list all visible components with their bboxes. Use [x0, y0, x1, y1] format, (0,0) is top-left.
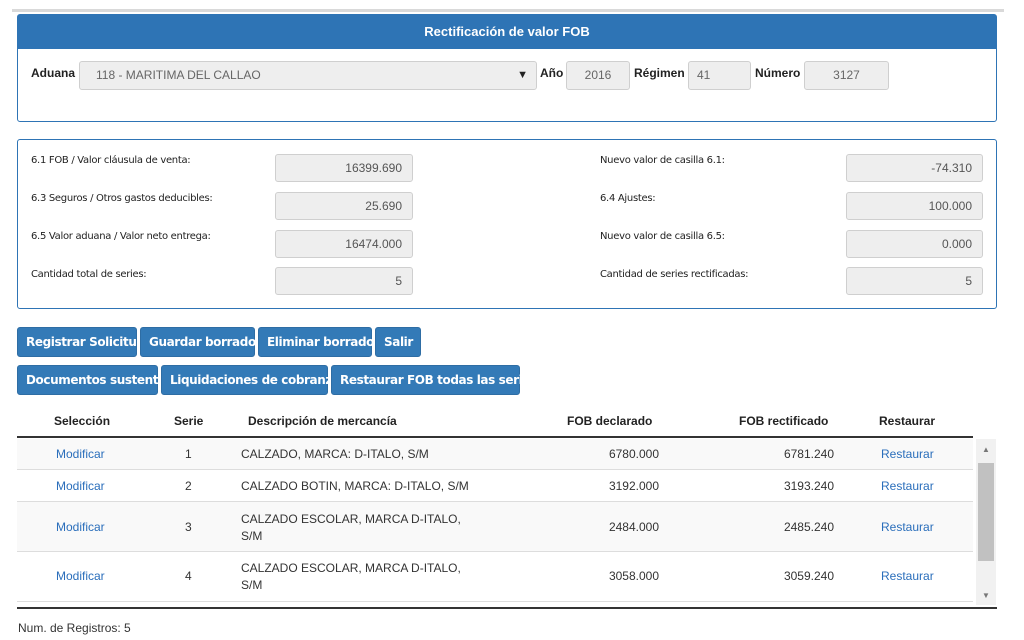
numero-field[interactable]: 3127: [804, 61, 889, 90]
panel-title: Rectificación de valor FOB: [18, 15, 996, 49]
nuevo61-field[interactable]: -74.310: [846, 154, 983, 182]
numero-label: Número: [755, 66, 801, 80]
modificar-link[interactable]: Modificar: [56, 520, 105, 534]
serie-cell: 4: [185, 569, 192, 583]
aduana-value: 118 - MARITIMA DEL CALLAO: [96, 68, 261, 82]
descripcion-cell: CALZADO BOTIN, MARCA: D-ITALO, S/M: [241, 479, 469, 493]
fob-declarado-cell: 6780.000: [608, 447, 659, 461]
table-row: Modificar 4 CALZADO ESCOLAR, MARCA D-ITA…: [17, 552, 973, 602]
liquidaciones-button[interactable]: Liquidaciones de cobranza: [161, 365, 340, 395]
descripcion-cell-line2: S/M: [241, 578, 263, 592]
fob-rectificado-cell: 3193.240: [783, 479, 834, 493]
seguros-field[interactable]: 25.690: [275, 192, 413, 220]
serie-cell: 1: [185, 447, 192, 461]
col-fob-declarado: FOB declarado: [567, 414, 653, 428]
restaurar-link[interactable]: Restaurar: [881, 569, 934, 583]
descripcion-cell-line2: S/M: [241, 529, 263, 543]
eliminar-borrador-button[interactable]: Eliminar borrador: [258, 327, 380, 357]
documentos-sustento-button[interactable]: Documentos sustento: [17, 365, 166, 395]
valor-aduana-field[interactable]: 16474.000: [275, 230, 413, 258]
modificar-link[interactable]: Modificar: [56, 479, 105, 493]
fob-declarado-cell: 3192.000: [608, 479, 659, 493]
fob-rectificado-cell: 6781.240: [783, 447, 834, 461]
table-row: Modificar 3 CALZADO ESCOLAR, MARCA D-ITA…: [17, 502, 973, 552]
seguros-label: 6.3 Seguros / Otros gastos deducibles:: [31, 193, 213, 204]
rectificadas-field[interactable]: 5: [846, 267, 983, 295]
serie-cell: 3: [185, 520, 192, 534]
cantidad-label: Cantidad total de series:: [31, 269, 147, 280]
modificar-link[interactable]: Modificar: [56, 569, 105, 583]
record-count: Num. de Registros: 5: [18, 621, 131, 635]
nuevo61-label: Nuevo valor de casilla 6.1:: [600, 155, 725, 166]
col-serie: Serie: [174, 414, 204, 428]
restaurar-link[interactable]: Restaurar: [881, 520, 934, 534]
registrar-solicitud-button[interactable]: Registrar Solicitud: [17, 327, 145, 357]
declaration-panel: Rectificación de valor FOB Aduana 118 - …: [17, 14, 997, 122]
regimen-field[interactable]: 41: [688, 61, 751, 90]
regimen-label: Régimen: [634, 66, 685, 80]
scroll-down-icon[interactable]: ▼: [976, 591, 996, 600]
col-descripcion: Descripción de mercancía: [248, 414, 397, 428]
rectificadas-label: Cantidad de series rectificadas:: [600, 269, 749, 280]
table-row: Modificar 2 CALZADO BOTIN, MARCA: D-ITAL…: [17, 470, 973, 502]
salir-button[interactable]: Salir: [375, 327, 421, 357]
guardar-borrador-button[interactable]: Guardar borrador: [140, 327, 262, 357]
serie-cell: 2: [185, 479, 192, 493]
col-fob-rectificado: FOB rectificado: [739, 414, 829, 428]
scroll-up-icon[interactable]: ▲: [976, 445, 996, 454]
anio-field[interactable]: 2016: [566, 61, 630, 90]
descripcion-cell: CALZADO ESCOLAR, MARCA D-ITALO,: [241, 561, 461, 575]
fob-declarado-cell: 2484.000: [608, 520, 659, 534]
modificar-link[interactable]: Modificar: [56, 447, 105, 461]
cantidad-field[interactable]: 5: [275, 267, 413, 295]
fob-rectificado-cell: 3059.240: [783, 569, 834, 583]
fob-declarado-cell: 3058.000: [608, 569, 659, 583]
aduana-label: Aduana: [31, 66, 76, 80]
ajustes-label: 6.4 Ajustes:: [600, 193, 656, 204]
restaurar-link[interactable]: Restaurar: [881, 479, 934, 493]
descripcion-cell: CALZADO ESCOLAR, MARCA D-ITALO,: [241, 512, 461, 526]
ajustes-field[interactable]: 100.000: [846, 192, 983, 220]
descripcion-cell: CALZADO, MARCA: D-ITALO, S/M: [241, 447, 429, 461]
chevron-down-icon: ▼: [517, 69, 528, 81]
restaurar-todas-button[interactable]: Restaurar FOB todas las series: [331, 365, 537, 395]
table-header: Selección Serie Descripción de mercancía…: [17, 404, 973, 438]
col-seleccion: Selección: [54, 414, 111, 428]
col-restaurar: Restaurar: [879, 414, 936, 428]
summary-panel: 6.1 FOB / Valor cláusula de venta: 16399…: [17, 139, 997, 309]
table-body: Modificar 1 CALZADO, MARCA: D-ITALO, S/M…: [17, 439, 973, 605]
nuevo65-label: Nuevo valor de casilla 6.5:: [600, 231, 725, 242]
anio-label: Año: [540, 66, 564, 80]
valor-aduana-label: 6.5 Valor aduana / Valor neto entrega:: [31, 231, 211, 242]
fob-label: 6.1 FOB / Valor cláusula de venta:: [31, 155, 191, 166]
table-bottom-border: [17, 607, 997, 609]
aduana-select[interactable]: 118 - MARITIMA DEL CALLAO ▼: [79, 61, 537, 90]
top-divider: [12, 9, 1004, 12]
fob-rectificado-cell: 2485.240: [783, 520, 834, 534]
nuevo65-field[interactable]: 0.000: [846, 230, 983, 258]
scrollbar-thumb[interactable]: [978, 463, 994, 561]
restaurar-link[interactable]: Restaurar: [881, 447, 934, 461]
fob-field[interactable]: 16399.690: [275, 154, 413, 182]
table-row: Modificar 1 CALZADO, MARCA: D-ITALO, S/M…: [17, 439, 973, 470]
table-scrollbar[interactable]: ▲ ▼: [976, 439, 996, 605]
